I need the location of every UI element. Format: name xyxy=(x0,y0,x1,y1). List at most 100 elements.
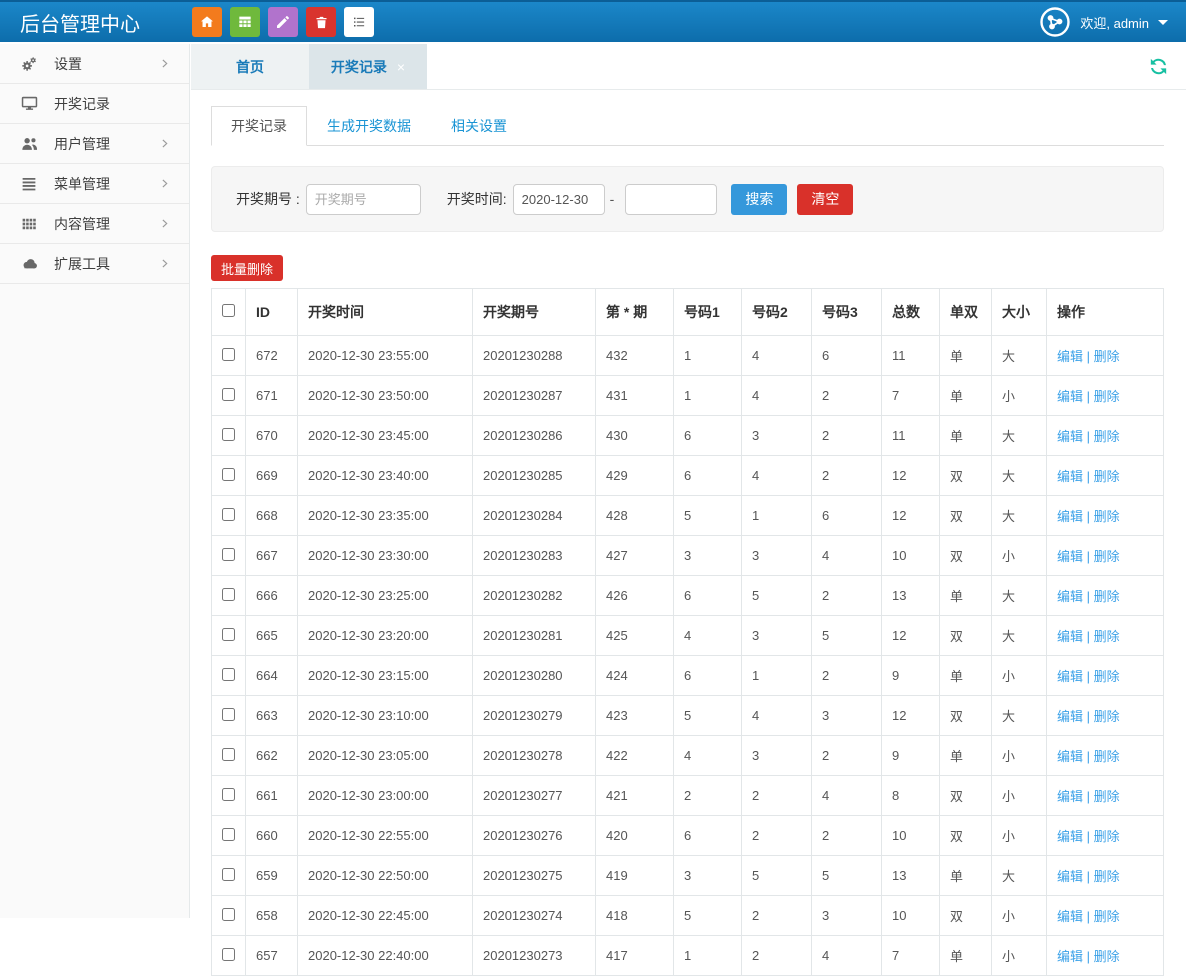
cell-period: 428 xyxy=(596,496,674,536)
select-all-checkbox[interactable] xyxy=(222,304,235,317)
time-to-input[interactable] xyxy=(625,184,717,215)
edit-link[interactable]: 编辑 xyxy=(1057,829,1083,844)
delete-link[interactable]: 删除 xyxy=(1094,709,1120,724)
cell-period: 425 xyxy=(596,616,674,656)
row-checkbox[interactable] xyxy=(222,428,235,441)
search-button[interactable]: 搜索 xyxy=(731,184,787,215)
edit-link[interactable]: 编辑 xyxy=(1057,669,1083,684)
subtabs: 开奖记录生成开奖数据相关设置 xyxy=(211,106,1164,146)
time-from-input[interactable] xyxy=(513,184,605,215)
sidebar-item-user-management[interactable]: 用户管理 xyxy=(0,124,189,164)
row-checkbox[interactable] xyxy=(222,748,235,761)
cell-period: 431 xyxy=(596,376,674,416)
delete-link[interactable]: 删除 xyxy=(1094,869,1120,884)
edit-link[interactable]: 编辑 xyxy=(1057,549,1083,564)
delete-link[interactable]: 删除 xyxy=(1094,509,1120,524)
edit-link[interactable]: 编辑 xyxy=(1057,949,1083,964)
row-checkbox[interactable] xyxy=(222,548,235,561)
delete-link[interactable]: 删除 xyxy=(1094,389,1120,404)
tab-home[interactable]: 首页 xyxy=(191,44,309,89)
cell-odd-even: 双 xyxy=(940,776,992,816)
edit-link[interactable]: 编辑 xyxy=(1057,869,1083,884)
delete-link[interactable]: 删除 xyxy=(1094,749,1120,764)
cell-odd-even: 双 xyxy=(940,456,992,496)
delete-link[interactable]: 删除 xyxy=(1094,629,1120,644)
delete-link[interactable]: 删除 xyxy=(1094,669,1120,684)
delete-link[interactable]: 删除 xyxy=(1094,589,1120,604)
sidebar-item-menu-management[interactable]: 菜单管理 xyxy=(0,164,189,204)
edit-link[interactable]: 编辑 xyxy=(1057,349,1083,364)
row-checkbox[interactable] xyxy=(222,588,235,601)
tab-close-icon[interactable]: × xyxy=(397,59,405,75)
edit-link[interactable]: 编辑 xyxy=(1057,429,1083,444)
refresh-button[interactable] xyxy=(1147,55,1170,83)
row-checkbox[interactable] xyxy=(222,828,235,841)
home-quick-button[interactable] xyxy=(192,7,222,37)
cell-num2: 4 xyxy=(742,456,812,496)
cell-num3: 3 xyxy=(812,696,882,736)
subtab-settings[interactable]: 相关设置 xyxy=(431,106,527,146)
cell-big-small: 小 xyxy=(992,896,1047,936)
row-checkbox[interactable] xyxy=(222,668,235,681)
edit-link[interactable]: 编辑 xyxy=(1057,629,1083,644)
edit-link[interactable]: 编辑 xyxy=(1057,789,1083,804)
row-checkbox[interactable] xyxy=(222,628,235,641)
sidebar-item-content-management[interactable]: 内容管理 xyxy=(0,204,189,244)
cell-num1: 6 xyxy=(674,576,742,616)
sidebar-item-lottery-records[interactable]: 开奖记录 xyxy=(0,84,189,124)
delete-link[interactable]: 删除 xyxy=(1094,549,1120,564)
cell-period: 423 xyxy=(596,696,674,736)
sidebar-item-settings[interactable]: 设置 xyxy=(0,44,189,84)
cell-ops: 编辑 | 删除 xyxy=(1047,616,1164,656)
cell-time: 2020-12-30 23:55:00 xyxy=(298,336,473,376)
row-checkbox[interactable] xyxy=(222,908,235,921)
edit-link[interactable]: 编辑 xyxy=(1057,589,1083,604)
edit-link[interactable]: 编辑 xyxy=(1057,469,1083,484)
row-checkbox[interactable] xyxy=(222,508,235,521)
cell-ops: 编辑 | 删除 xyxy=(1047,416,1164,456)
cell-time: 2020-12-30 23:35:00 xyxy=(298,496,473,536)
delete-link[interactable]: 删除 xyxy=(1094,829,1120,844)
cell-period: 430 xyxy=(596,416,674,456)
cell-total: 13 xyxy=(882,856,940,896)
edit-link[interactable]: 编辑 xyxy=(1057,709,1083,724)
cell-ops: 编辑 | 删除 xyxy=(1047,376,1164,416)
calendar-quick-button[interactable] xyxy=(230,7,260,37)
row-checkbox[interactable] xyxy=(222,708,235,721)
cell-period: 424 xyxy=(596,656,674,696)
pencil-quick-button[interactable] xyxy=(268,7,298,37)
edit-link[interactable]: 编辑 xyxy=(1057,749,1083,764)
sidebar-item-extension-tools[interactable]: 扩展工具 xyxy=(0,244,189,284)
row-checkbox[interactable] xyxy=(222,948,235,961)
cell-total: 9 xyxy=(882,656,940,696)
cell-issue: 20201230278 xyxy=(473,736,596,776)
delete-link[interactable]: 删除 xyxy=(1094,429,1120,444)
cell-time: 2020-12-30 23:50:00 xyxy=(298,376,473,416)
issue-input[interactable] xyxy=(306,184,421,215)
clear-button[interactable]: 清空 xyxy=(797,184,853,215)
row-checkbox[interactable] xyxy=(222,348,235,361)
batch-delete-button[interactable]: 批量删除 xyxy=(211,255,283,281)
subtab-records[interactable]: 开奖记录 xyxy=(211,106,307,146)
issue-label: 开奖期号 : xyxy=(236,189,300,209)
edit-link[interactable]: 编辑 xyxy=(1057,909,1083,924)
delete-link[interactable]: 删除 xyxy=(1094,469,1120,484)
user-dropdown[interactable]: 欢迎, admin xyxy=(1039,6,1186,38)
column-header: 号码1 xyxy=(674,289,742,336)
cell-odd-even: 双 xyxy=(940,536,992,576)
edit-link[interactable]: 编辑 xyxy=(1057,509,1083,524)
tab-lottery-records[interactable]: 开奖记录× xyxy=(309,44,427,89)
delete-link[interactable]: 删除 xyxy=(1094,789,1120,804)
edit-link[interactable]: 编辑 xyxy=(1057,389,1083,404)
row-checkbox[interactable] xyxy=(222,868,235,881)
subtab-generate[interactable]: 生成开奖数据 xyxy=(307,106,431,146)
row-checkbox[interactable] xyxy=(222,468,235,481)
users-icon xyxy=(20,134,39,153)
row-checkbox[interactable] xyxy=(222,788,235,801)
delete-link[interactable]: 删除 xyxy=(1094,349,1120,364)
row-checkbox[interactable] xyxy=(222,388,235,401)
delete-link[interactable]: 删除 xyxy=(1094,909,1120,924)
trash-quick-button[interactable] xyxy=(306,7,336,37)
delete-link[interactable]: 删除 xyxy=(1094,949,1120,964)
list-quick-button[interactable] xyxy=(344,7,374,37)
